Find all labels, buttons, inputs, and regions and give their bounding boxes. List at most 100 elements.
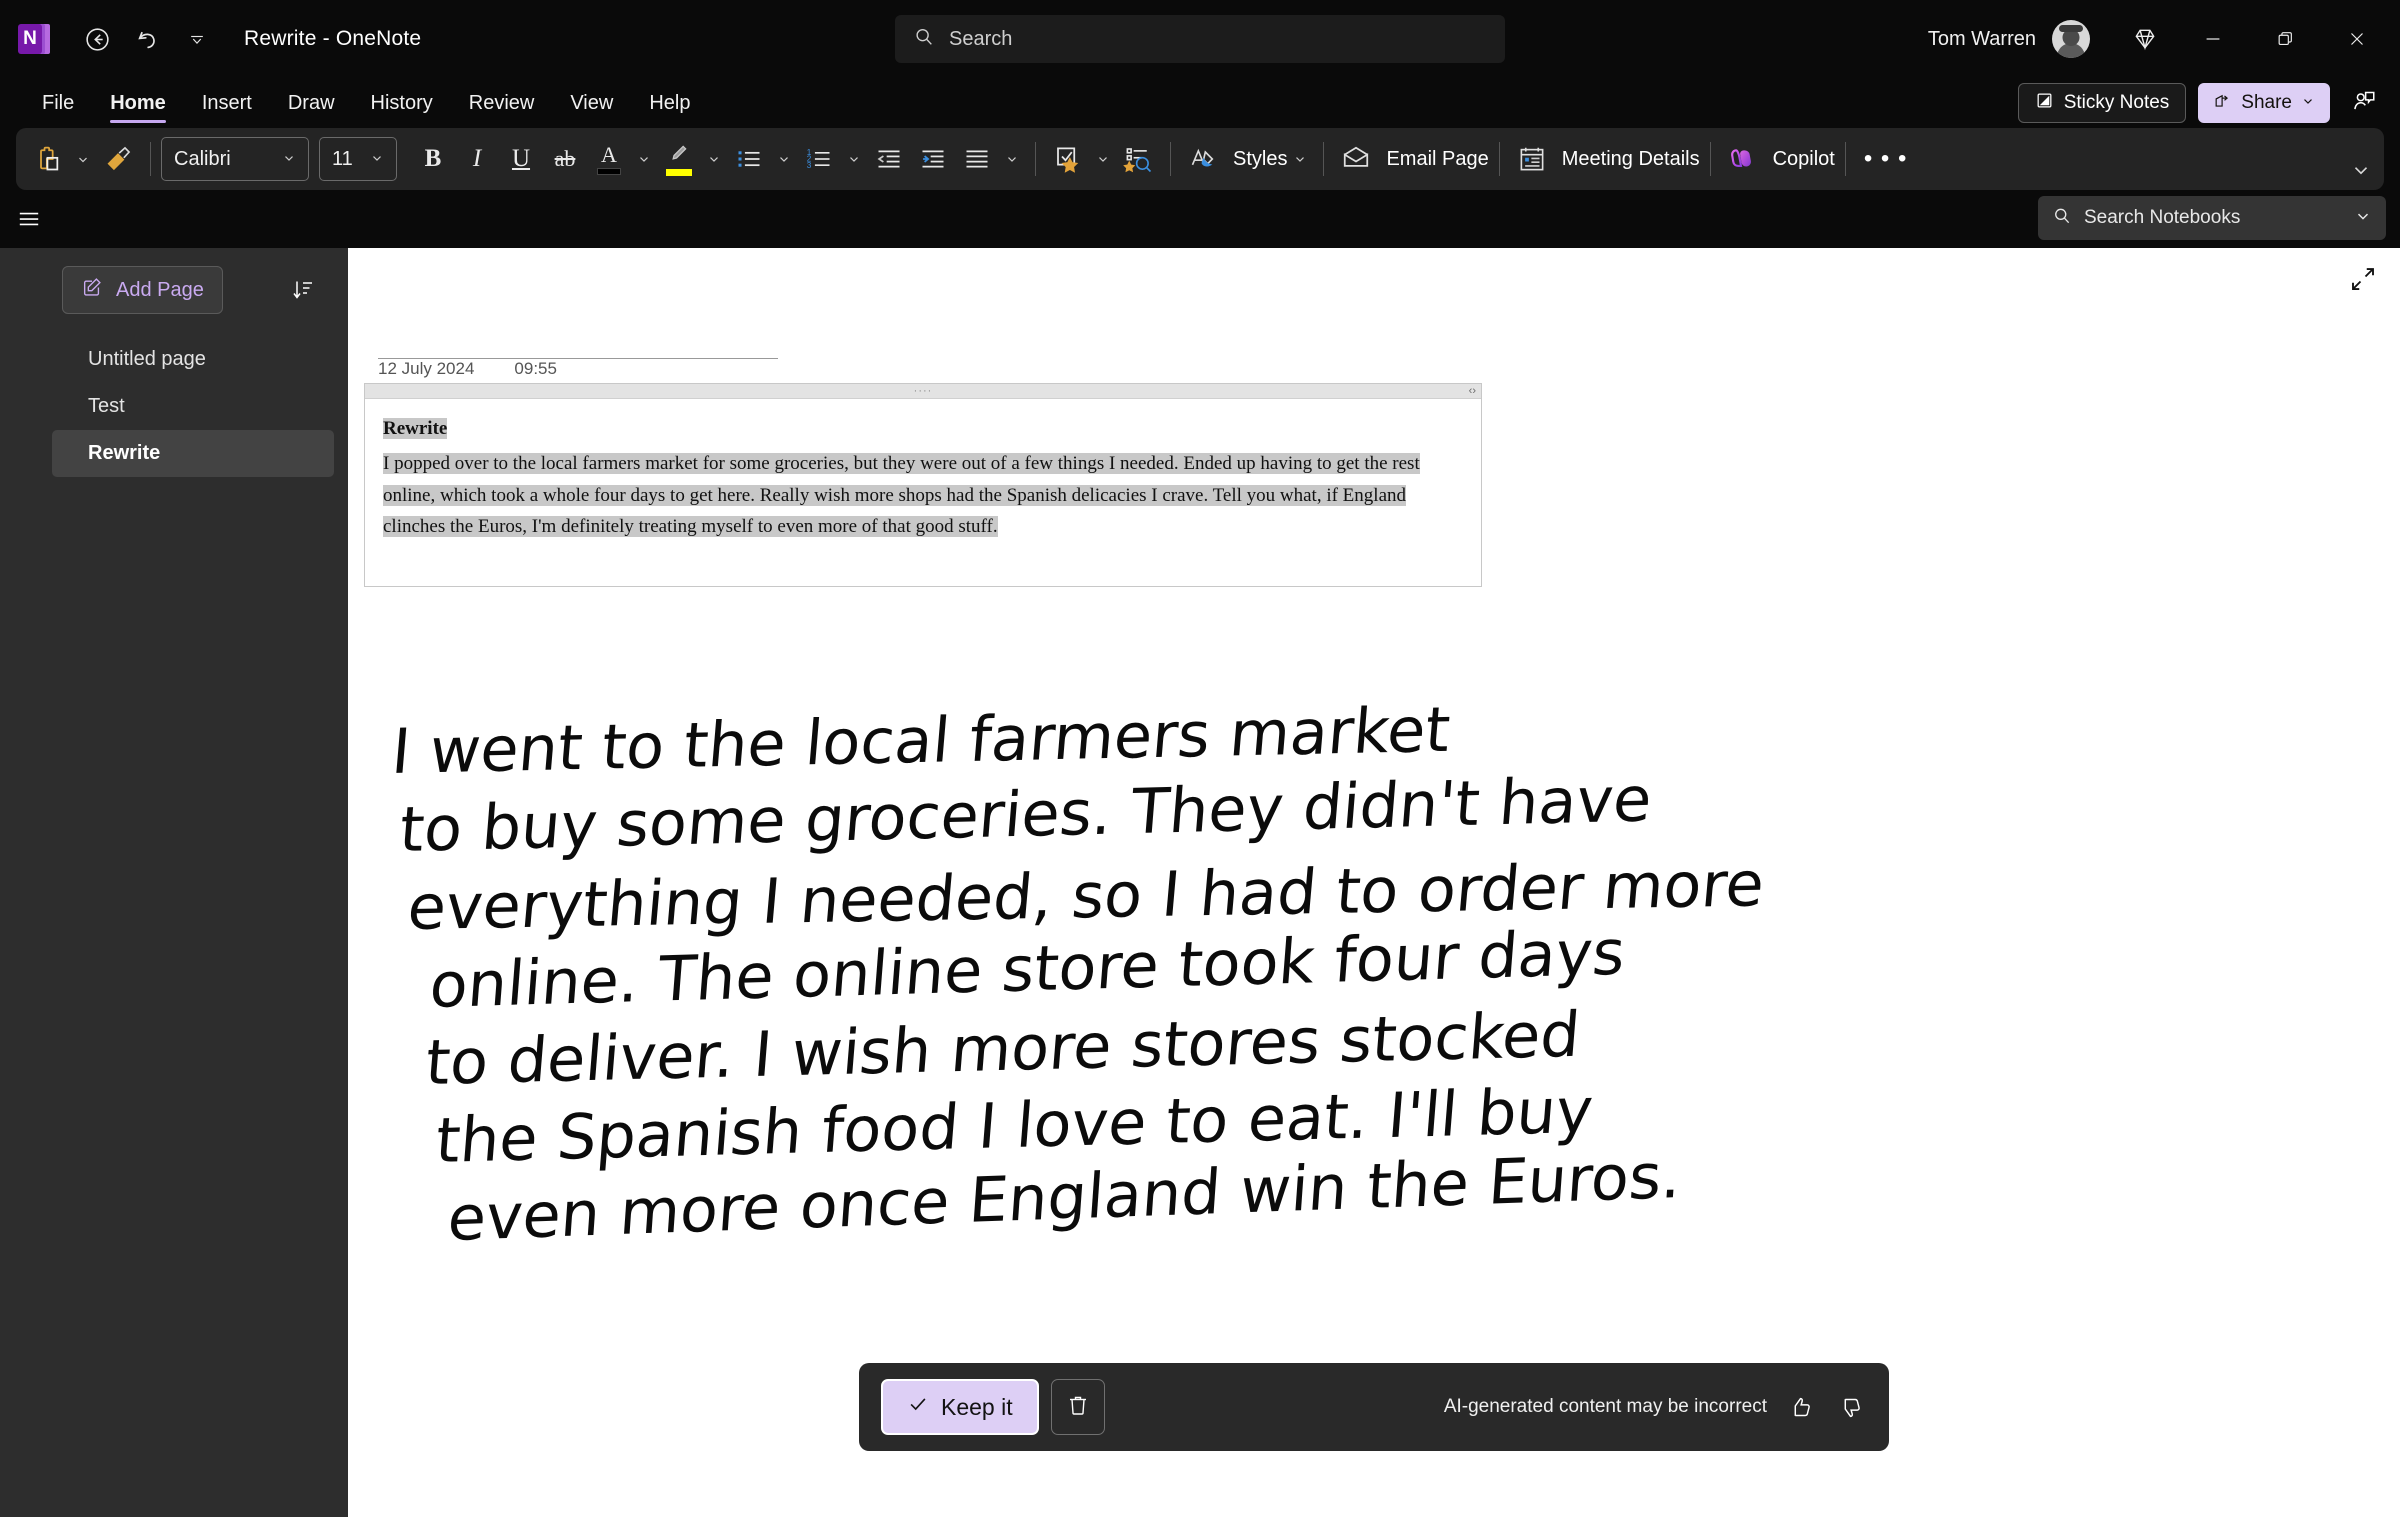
person-comment-icon bbox=[2351, 88, 2377, 119]
email-page-button[interactable]: Email Page bbox=[1334, 136, 1489, 182]
bullets-chevron-icon[interactable] bbox=[771, 136, 797, 182]
tab-help[interactable]: Help bbox=[631, 78, 708, 128]
note-title: Rewrite bbox=[383, 418, 448, 439]
bold-button[interactable]: B bbox=[411, 136, 455, 182]
avatar[interactable] bbox=[2052, 20, 2090, 58]
highlight-button[interactable] bbox=[657, 136, 701, 182]
highlight-swatch bbox=[666, 168, 692, 176]
thumbs-down-icon[interactable] bbox=[1833, 1390, 1867, 1424]
comments-button[interactable] bbox=[2342, 83, 2386, 123]
sticky-note-icon bbox=[2035, 91, 2054, 116]
add-page-button[interactable]: Add Page bbox=[62, 266, 223, 314]
hamburger-menu-icon[interactable] bbox=[2, 192, 56, 246]
title-bar-right: Tom Warren bbox=[1928, 8, 2400, 70]
font-color-chevron-icon[interactable] bbox=[631, 136, 657, 182]
copilot-icon bbox=[1721, 136, 1765, 182]
copilot-button[interactable]: Copilot bbox=[1721, 136, 1835, 182]
canvas-area: 12 July 2024 09:55 ···· ‹› Rewrite I pop… bbox=[348, 248, 2400, 1517]
meeting-details-label: Meeting Details bbox=[1561, 147, 1700, 170]
note-paragraph: I popped over to the local farmers marke… bbox=[383, 448, 1463, 542]
italic-button[interactable]: I bbox=[455, 136, 499, 182]
increase-indent-icon[interactable] bbox=[911, 136, 955, 182]
note-drag-handle[interactable]: ···· ‹› bbox=[365, 384, 1481, 399]
grip-dots-icon: ···· bbox=[913, 385, 933, 397]
notebook-search-chevron-down-icon[interactable] bbox=[2354, 207, 2372, 230]
font-family-select[interactable]: Calibri bbox=[161, 137, 309, 181]
page-canvas[interactable]: 12 July 2024 09:55 ···· ‹› Rewrite I pop… bbox=[348, 248, 2400, 1517]
diamond-icon[interactable] bbox=[2114, 8, 2176, 70]
sidebar-item-untitled-page[interactable]: Untitled page bbox=[52, 336, 334, 383]
share-button[interactable]: Share bbox=[2198, 83, 2330, 123]
close-button[interactable] bbox=[2322, 8, 2392, 70]
ribbon-overflow-button[interactable]: • • • bbox=[1856, 136, 1914, 182]
thumbs-up-icon[interactable] bbox=[1783, 1390, 1817, 1424]
align-text-icon[interactable] bbox=[955, 136, 999, 182]
align-chevron-icon[interactable] bbox=[999, 136, 1025, 182]
chevron-down-icon bbox=[370, 148, 384, 171]
font-size-select[interactable]: 11 bbox=[319, 137, 397, 181]
tab-insert[interactable]: Insert bbox=[184, 78, 270, 128]
strikethrough-button[interactable]: ab bbox=[543, 136, 587, 182]
sidebar-toolbar: Add Page bbox=[0, 264, 348, 316]
expand-diagonal-icon[interactable] bbox=[2348, 264, 2378, 299]
highlighter-pen-icon bbox=[667, 143, 691, 168]
numbering-chevron-icon[interactable] bbox=[841, 136, 867, 182]
numbered-list-icon[interactable]: 1 2 3 bbox=[797, 136, 841, 182]
meeting-details-button[interactable]: Meeting Details bbox=[1510, 136, 1700, 182]
ai-bar-right: AI-generated content may be incorrect bbox=[1444, 1390, 1867, 1424]
styles-label: Styles bbox=[1233, 147, 1288, 170]
styles-icon bbox=[1181, 136, 1225, 182]
find-tags-icon[interactable] bbox=[1116, 136, 1160, 182]
ai-action-bar: Keep it AI-generated content may be inco… bbox=[859, 1363, 1889, 1451]
sticky-notes-label: Sticky Notes bbox=[2063, 92, 2170, 113]
keep-it-label: Keep it bbox=[941, 1393, 1013, 1420]
tab-view[interactable]: View bbox=[552, 78, 631, 128]
notebook-search-input[interactable]: Search Notebooks bbox=[2038, 196, 2386, 240]
note-frame: ···· ‹› Rewrite I popped over to the loc… bbox=[364, 383, 1482, 588]
styles-chevron-icon bbox=[1287, 136, 1313, 182]
sidebar-item-test[interactable]: Test bbox=[52, 383, 334, 430]
keep-it-button[interactable]: Keep it bbox=[881, 1379, 1039, 1435]
quick-access-chevron-icon[interactable] bbox=[172, 14, 222, 64]
onenote-window: N Rewrite - OneNote Search Tom Warren Fi… bbox=[0, 0, 2400, 1517]
page-list: Untitled page Test Rewrite bbox=[0, 336, 348, 477]
main-body: Add Page Untitled page Test Rewrite 12 J… bbox=[0, 248, 2400, 1517]
tab-history[interactable]: History bbox=[353, 78, 451, 128]
tab-review[interactable]: Review bbox=[451, 78, 553, 128]
ribbon-collapse-chevron-icon[interactable] bbox=[2350, 159, 2372, 186]
user-name: Tom Warren bbox=[1927, 27, 2036, 50]
share-chevron-down-icon bbox=[2301, 92, 2315, 114]
handwriting-ink[interactable]: I went to the local farmers market to bu… bbox=[348, 693, 2400, 1255]
paste-icon[interactable] bbox=[26, 136, 70, 182]
note-resize-arrows-icon[interactable]: ‹› bbox=[1469, 385, 1476, 397]
sort-icon[interactable] bbox=[282, 269, 324, 311]
tab-home[interactable]: Home bbox=[92, 78, 184, 128]
bullet-list-icon[interactable] bbox=[727, 136, 771, 182]
font-color-button[interactable]: A bbox=[587, 136, 631, 182]
styles-button[interactable]: Styles bbox=[1181, 136, 1313, 182]
chevron-down-icon bbox=[282, 148, 296, 171]
undo-icon[interactable] bbox=[122, 14, 172, 64]
tags-chevron-icon[interactable] bbox=[1090, 136, 1116, 182]
tab-file[interactable]: File bbox=[24, 78, 92, 128]
search-input[interactable]: Search bbox=[895, 15, 1505, 63]
note-body[interactable]: Rewrite I popped over to the local farme… bbox=[365, 399, 1481, 586]
global-search[interactable]: Search bbox=[895, 15, 1505, 63]
add-page-label: Add Page bbox=[116, 278, 204, 301]
tag-star-icon[interactable] bbox=[1046, 136, 1090, 182]
format-painter-icon[interactable] bbox=[96, 136, 140, 182]
back-arrow-icon[interactable] bbox=[72, 14, 122, 64]
highlight-chevron-icon[interactable] bbox=[701, 136, 727, 182]
underline-button[interactable]: U bbox=[499, 136, 543, 182]
paste-options-chevron-icon[interactable] bbox=[70, 136, 96, 182]
restore-button[interactable] bbox=[2250, 8, 2320, 70]
ai-disclaimer: AI-generated content may be incorrect bbox=[1443, 1396, 1767, 1417]
decrease-indent-icon[interactable] bbox=[867, 136, 911, 182]
tab-draw[interactable]: Draw bbox=[270, 78, 353, 128]
sidebar-item-rewrite[interactable]: Rewrite bbox=[52, 430, 334, 477]
sticky-notes-button[interactable]: Sticky Notes bbox=[2017, 83, 2187, 123]
note-container[interactable]: 12 July 2024 09:55 ···· ‹› Rewrite I pop… bbox=[364, 358, 1482, 588]
window-title: Rewrite - OneNote bbox=[244, 27, 422, 50]
discard-button[interactable] bbox=[1050, 1379, 1105, 1435]
minimize-button[interactable] bbox=[2178, 8, 2248, 70]
